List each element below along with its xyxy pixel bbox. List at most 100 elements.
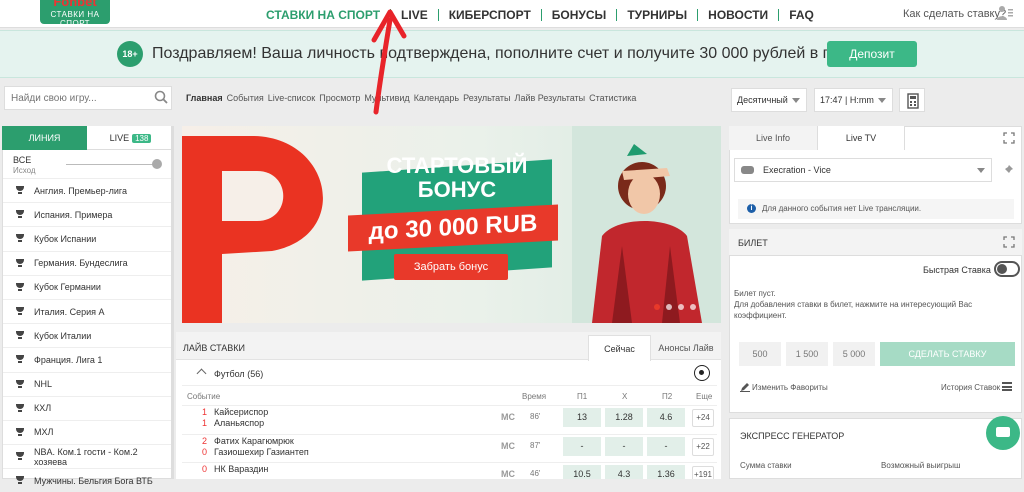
- league-name: Мужчины. Бельгия Бога ВТБ: [34, 475, 153, 486]
- tab-live-label: LIVE: [109, 133, 130, 143]
- more-markets-button[interactable]: +22: [692, 438, 714, 456]
- col-time: Время: [522, 392, 547, 401]
- nav-bonuses[interactable]: БОНУСЫ: [542, 7, 617, 23]
- tab-now[interactable]: Сейчас: [588, 335, 651, 361]
- promo-banner[interactable]: СТАРТОВЫЙ БОНУС до 30 000 RUB Забрать бо…: [182, 126, 721, 323]
- odd-p2[interactable]: 4.6: [647, 408, 685, 427]
- league-item[interactable]: NBA. Ком.1 гости - Ком.2 хозяева: [3, 444, 173, 468]
- trophy-icon: [15, 186, 25, 195]
- claim-bonus-button[interactable]: Забрать бонус: [394, 254, 508, 280]
- carousel-dots: [654, 304, 702, 310]
- odd-p2[interactable]: 1.36: [647, 465, 685, 479]
- tab-live[interactable]: LIVE 138: [87, 126, 174, 150]
- game-select[interactable]: Execration - Vice: [734, 158, 992, 182]
- filter-slider-track[interactable]: [66, 164, 156, 165]
- calculator-button[interactable]: [899, 88, 925, 112]
- tab-live-tv[interactable]: Live TV: [817, 126, 905, 150]
- red-arrow-annotation: [371, 9, 407, 115]
- time-format-select[interactable]: 17:47 | H:mm: [814, 88, 893, 112]
- deposit-button[interactable]: Депозит: [827, 41, 917, 67]
- nav-tournaments[interactable]: ТУРНИРЫ: [617, 7, 697, 23]
- carousel-dot[interactable]: [690, 304, 696, 310]
- odd-p2[interactable]: -: [647, 437, 685, 456]
- live-bets-title: ЛАЙВ СТАВКИ: [183, 343, 245, 353]
- sublink-home[interactable]: Главная: [186, 93, 223, 103]
- sublink-view[interactable]: Просмотр: [319, 93, 360, 103]
- carousel-dot[interactable]: [654, 304, 660, 310]
- more-markets-button[interactable]: +24: [692, 409, 714, 427]
- expand-icon[interactable]: [1003, 236, 1015, 248]
- search-icon[interactable]: [154, 90, 168, 104]
- league-name: Кубок Германии: [34, 282, 101, 293]
- league-item[interactable]: Испания. Примера: [3, 202, 173, 226]
- nav-faq[interactable]: FAQ: [779, 7, 824, 23]
- league-item[interactable]: МХЛ: [3, 419, 173, 444]
- league-item[interactable]: Франция. Лига 1: [3, 347, 173, 371]
- stake-preset-500[interactable]: 500: [739, 342, 781, 366]
- match-row[interactable]: 0 НК Вараздин MC 46' 10.5 4.3 1.36 +191: [182, 462, 717, 479]
- match-row[interactable]: 1 Кайсериспор 1 Аланьяспор MC 86' 13 1.2…: [182, 405, 717, 428]
- nav-news[interactable]: НОВОСТИ: [698, 7, 778, 23]
- match-center-icon[interactable]: MC: [501, 469, 515, 479]
- league-item[interactable]: КХЛ: [3, 395, 173, 420]
- trophy-icon: [15, 355, 25, 364]
- league-item[interactable]: Кубок Италии: [3, 323, 173, 347]
- express-generator-title: ЭКСПРЕСС ГЕНЕРАТОР: [740, 431, 845, 441]
- sublink-results[interactable]: Результаты: [463, 93, 510, 103]
- league-item[interactable]: NHL: [3, 371, 173, 396]
- logo-tagline: СТАВКИ НА СПОРТ: [50, 10, 100, 28]
- stake-preset-5000[interactable]: 5 000: [833, 342, 875, 366]
- match-center-icon[interactable]: MC: [501, 412, 515, 422]
- tab-live-announcements[interactable]: Анонсы Лайв: [651, 335, 721, 361]
- tab-live-info[interactable]: Live Info: [729, 126, 817, 150]
- league-item[interactable]: Кубок Германии: [3, 274, 173, 299]
- congrats-message: Поздравляем! Ваша личность подтверждена,…: [152, 45, 888, 62]
- score-away: 0: [202, 447, 208, 457]
- odd-x[interactable]: -: [605, 437, 643, 456]
- sublink-live-list[interactable]: Live-список: [268, 93, 315, 103]
- league-item[interactable]: Мужчины. Бельгия Бога ВТБ: [3, 468, 173, 492]
- odd-p1[interactable]: -: [563, 437, 601, 456]
- chevron-down-icon: [792, 98, 800, 103]
- match-center-icon[interactable]: MC: [501, 441, 515, 451]
- carousel-dot[interactable]: [678, 304, 684, 310]
- sublink-live-results[interactable]: Лайв Результаты: [515, 93, 586, 103]
- tab-line[interactable]: ЛИНИЯ: [2, 126, 87, 150]
- more-markets-button[interactable]: +191: [692, 466, 714, 479]
- trophy-icon: [15, 452, 25, 461]
- match-row[interactable]: 2 Фатих Карагюмрюк 0 Газиошехир Газианте…: [182, 434, 717, 457]
- odd-p1[interactable]: 10.5: [563, 465, 601, 479]
- sublink-calendar[interactable]: Календарь: [414, 93, 459, 103]
- odd-p1[interactable]: 13: [563, 408, 601, 427]
- team-away: Газиошехир Газиантеп: [214, 447, 309, 457]
- sublink-statistics[interactable]: Статистика: [589, 93, 636, 103]
- place-bet-button[interactable]: СДЕЛАТЬ СТАВКУ: [880, 342, 1015, 366]
- league-item[interactable]: Кубок Испании: [3, 226, 173, 250]
- edit-icon[interactable]: [740, 382, 750, 392]
- search-input[interactable]: [5, 87, 145, 109]
- filter-slider-handle[interactable]: [152, 159, 162, 169]
- how-to-bet-link[interactable]: Как сделать ставку?: [903, 8, 1006, 20]
- chevron-down-icon: [977, 168, 985, 173]
- sidebar-scrollbar[interactable]: [171, 126, 174, 479]
- sublink-events[interactable]: События: [227, 93, 264, 103]
- carousel-dot[interactable]: [666, 304, 672, 310]
- menu-icon[interactable]: [1002, 382, 1012, 391]
- odd-x[interactable]: 1.28: [605, 408, 643, 427]
- nav-esports[interactable]: КИБЕРСПОРТ: [439, 7, 541, 23]
- pin-icon[interactable]: [1002, 164, 1014, 176]
- expand-icon[interactable]: [1003, 132, 1015, 144]
- odd-x[interactable]: 4.3: [605, 465, 643, 479]
- league-item[interactable]: Германия. Бундеслига: [3, 250, 173, 275]
- odds-format-select[interactable]: Десятичный: [731, 88, 807, 112]
- site-logo[interactable]: Fonbet СТАВКИ НА СПОРТ: [40, 0, 110, 28]
- league-item[interactable]: Англия. Премьер-лига: [3, 178, 173, 202]
- quick-bet-toggle[interactable]: [994, 261, 1020, 277]
- edit-favorites-link[interactable]: Изменить Фавориты: [752, 383, 828, 392]
- league-item[interactable]: Италия. Серия А: [3, 298, 173, 323]
- chat-icon[interactable]: [986, 416, 1020, 450]
- bet-history-link[interactable]: История Ставок: [941, 383, 1000, 392]
- trophy-icon: [15, 282, 25, 292]
- stake-preset-1500[interactable]: 1 500: [786, 342, 828, 366]
- help-person-icon[interactable]: [996, 5, 1014, 21]
